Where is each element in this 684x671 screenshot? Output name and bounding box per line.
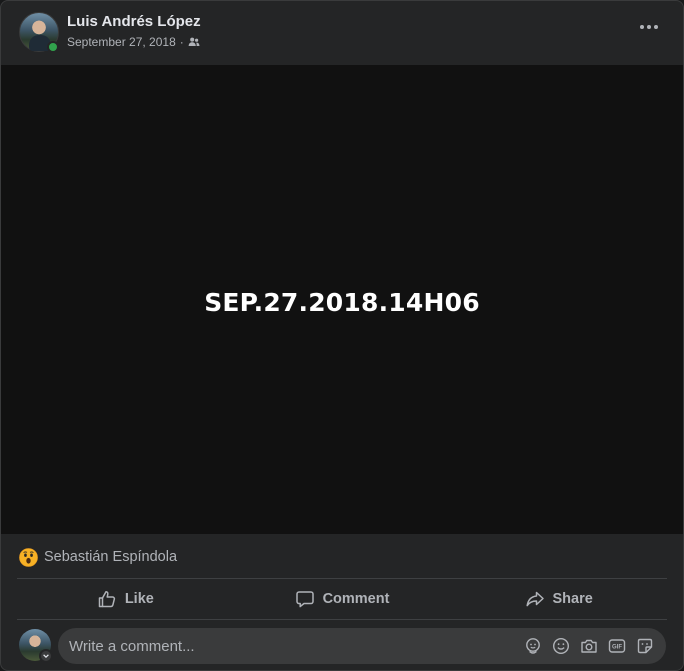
gif-icon[interactable]: GIF <box>606 635 628 657</box>
post-media[interactable]: SEP.27.2018.14H06 <box>1 65 683 534</box>
svg-text:GIF: GIF <box>612 645 622 651</box>
share-icon <box>525 591 544 607</box>
thumbs-up-icon <box>98 591 115 608</box>
more-options-icon[interactable] <box>637 15 661 39</box>
comment-tools: GIF <box>522 635 666 657</box>
post-card: Luis Andrés López September 27, 2018 · S <box>0 0 684 671</box>
comment-label: Comment <box>322 591 390 607</box>
post-header: Luis Andrés López September 27, 2018 · <box>1 1 683 64</box>
meta-separator: · <box>179 35 184 49</box>
post-date[interactable]: September 27, 2018 <box>67 35 176 49</box>
comment-input[interactable] <box>69 637 522 655</box>
reactor-names[interactable]: Sebastián Espíndola <box>44 549 177 565</box>
comment-button[interactable]: Comment <box>234 582 451 616</box>
like-button[interactable]: Like <box>17 582 234 616</box>
wow-reaction-icon <box>19 547 38 567</box>
chevron-down-icon[interactable] <box>39 649 53 663</box>
camera-icon[interactable] <box>578 635 600 657</box>
like-label: Like <box>124 591 154 607</box>
divider <box>17 578 667 579</box>
emoji-icon[interactable] <box>550 635 572 657</box>
reactions-summary[interactable]: Sebastián Espíndola <box>19 546 177 568</box>
share-label: Share <box>552 591 593 607</box>
friends-icon[interactable] <box>188 36 200 48</box>
post-meta: September 27, 2018 · <box>67 35 200 49</box>
divider <box>17 619 667 620</box>
online-status-icon <box>47 41 59 53</box>
author-name[interactable]: Luis Andrés López <box>67 13 201 30</box>
media-text: SEP.27.2018.14H06 <box>204 288 480 317</box>
share-button[interactable]: Share <box>450 582 667 616</box>
sticker-icon[interactable] <box>634 635 656 657</box>
comment-composer: GIF <box>58 628 666 664</box>
avatar-sticker-icon[interactable] <box>522 635 544 657</box>
comment-icon <box>295 591 314 608</box>
post-actions: Like Comment Share <box>17 582 667 616</box>
